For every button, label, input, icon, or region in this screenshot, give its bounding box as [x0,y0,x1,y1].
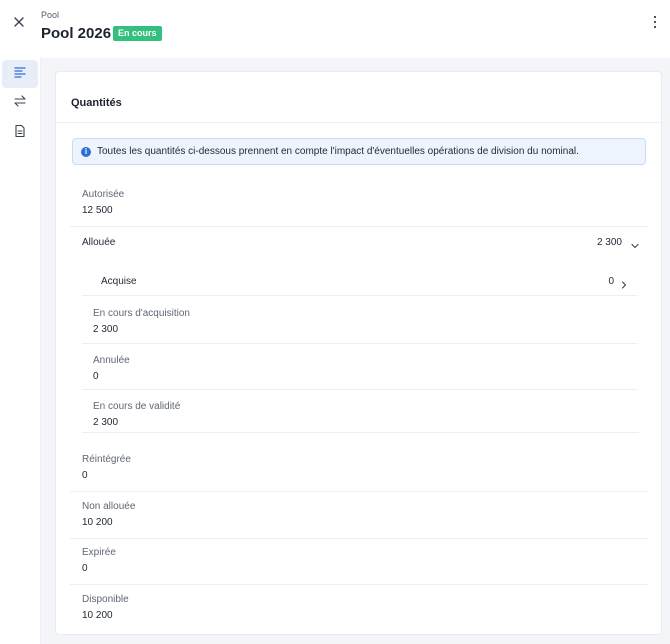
quantities-card: Quantités i Toutes les quantités ci-dess… [55,71,662,635]
quantity-value: 2 300 [596,237,622,248]
allouee-details: Acquise 0 En cours d'acquisition 2 300 A… [82,258,639,433]
close-icon[interactable] [10,13,28,31]
quantity-label: En cours d'acquisition [93,308,190,319]
top-bar: Pool Pool 2026 En cours [0,0,670,58]
divider [82,389,637,390]
quantity-label: Acquise [101,276,137,287]
document-icon [13,124,27,143]
list-icon [13,65,27,84]
quantity-label: Allouée [82,237,116,248]
quantity-label: Disponible [82,594,129,605]
quantity-acquise-row[interactable]: Acquise 0 [82,258,637,296]
quantity-allouee-toggle[interactable]: Allouée 2 300 [70,227,648,259]
quantity-value: 2 300 [93,324,119,335]
divider [70,584,648,585]
quantity-label: En cours de validité [93,401,181,412]
divider [82,343,637,344]
quantity-value: 2 300 [93,417,119,428]
swap-arrows-icon [13,94,27,113]
status-badge: En cours [113,26,162,41]
info-text: Toutes les quantités ci-dessous prennent… [97,146,579,157]
quantity-label: Réintégrée [82,454,131,465]
sidebar-item-documents[interactable] [2,119,38,147]
quantity-label: Expirée [82,547,116,558]
main-content: Quantités i Toutes les quantités ci-dess… [41,58,670,644]
quantity-value: 10 200 [82,610,113,621]
sidebar-item-operations[interactable] [2,89,38,117]
breadcrumb[interactable]: Pool [41,10,59,20]
quantity-value: 10 200 [82,517,113,528]
divider [70,538,648,539]
divider [56,122,661,123]
quantity-label: Non allouée [82,501,136,512]
chevron-down-icon [630,238,640,249]
sidebar-item-quantities[interactable] [2,60,38,88]
quantity-value: 0 [93,371,99,382]
quantity-value: 12 500 [82,205,113,216]
card-title: Quantités [71,97,122,109]
quantity-label: Annulée [93,355,130,366]
quantity-value: 0 [82,563,88,574]
divider [70,491,648,492]
more-options-icon[interactable] [652,14,658,30]
quantity-label: Autorisée [82,189,125,200]
info-icon: i [81,147,91,157]
quantity-value: 0 [608,276,614,287]
sidebar [0,58,41,644]
page-title: Pool 2026 [41,25,112,42]
chevron-right-icon [619,277,629,289]
info-banner: i Toutes les quantités ci-dessous prenne… [72,138,646,165]
quantity-value: 0 [82,470,88,481]
